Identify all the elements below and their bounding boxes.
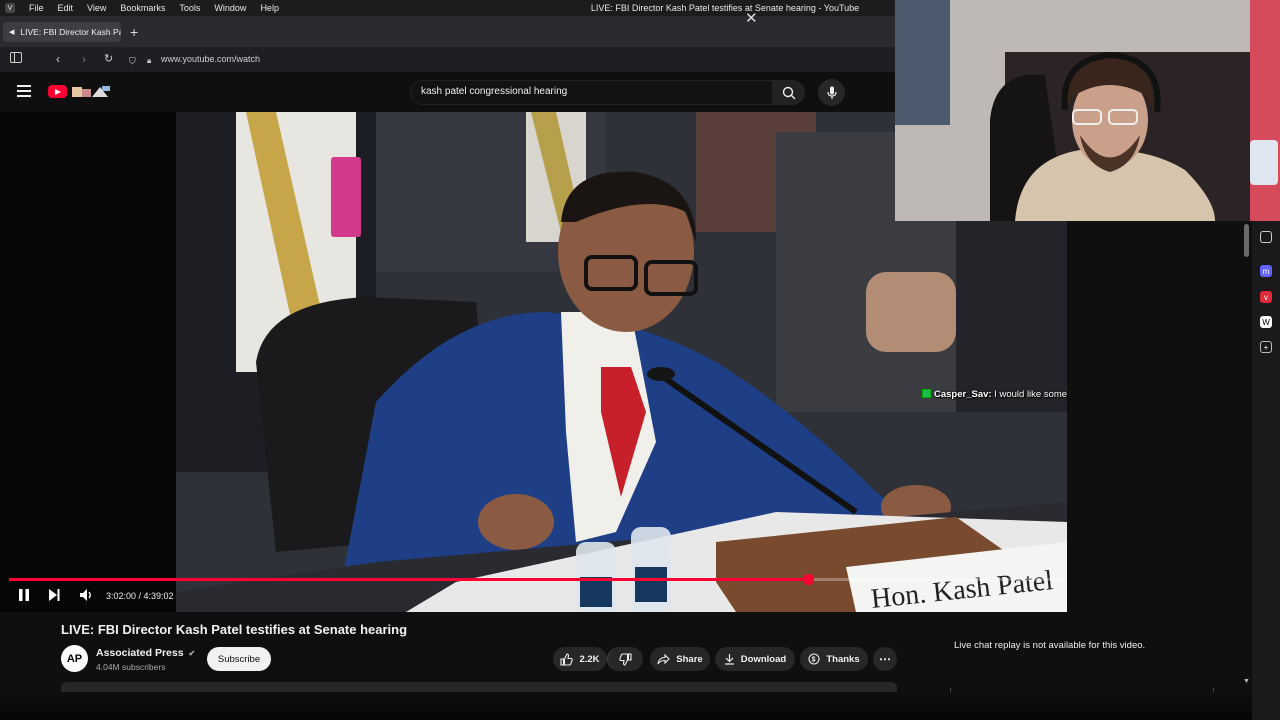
channel-name[interactable]: Associated Press ✔ [96,647,195,659]
pause-button[interactable] [17,588,31,605]
progress-scrubber[interactable] [802,574,814,585]
next-button[interactable] [47,588,61,605]
search-input[interactable] [421,86,741,97]
channel-name-text: Associated Press [96,647,184,659]
download-icon [724,654,734,665]
overlay-chat-username: Casper_Sav: [934,389,992,400]
menu-bookmarks[interactable]: Bookmarks [120,3,165,13]
dislike-button[interactable] [607,647,643,671]
channel-avatar[interactable]: AP [61,645,88,672]
next-icon [49,589,60,601]
thumbs-down-icon [619,652,632,666]
chat-unavailable-message: Live chat replay is not available for th… [954,640,1146,651]
menu-help[interactable]: Help [260,3,279,13]
page-bottom [0,692,1252,720]
subscribe-button[interactable]: Subscribe [207,647,271,671]
audio-playing-icon[interactable]: ◀ [9,28,14,36]
mastodon-icon[interactable]: m [1260,265,1272,277]
video-letterbox [0,112,176,612]
progress-bar[interactable] [9,574,1067,585]
search-button[interactable] [773,80,805,105]
progress-played [9,578,808,581]
window-title: LIVE: FBI Director Kash Patel testifies … [590,3,860,13]
time-display: 3:02:00 / 4:39:02 [106,591,174,601]
thanks-label: Thanks [826,653,860,665]
panel-toggle-icon[interactable] [1260,231,1272,243]
vivaldi-icon[interactable]: v [1260,291,1272,303]
share-icon [657,653,671,664]
more-horizontal-icon: ⋯ [879,652,891,666]
reload-button[interactable]: ↻ [104,52,113,66]
app-menu-icon[interactable]: V [5,3,15,13]
new-tab-button[interactable]: + [130,24,138,40]
search-icon [782,86,796,99]
voice-search-button[interactable] [818,79,845,106]
menu-window[interactable]: Window [214,3,246,13]
microphone-icon [826,86,837,99]
overlay-chat-text: I would like some rope. so I can use it … [994,389,1067,400]
more-actions-button[interactable]: ⋯ [873,647,897,671]
menu-view[interactable]: View [87,3,106,13]
share-label: Share [676,653,703,665]
like-count: 2.2K [579,653,600,665]
volume-icon [80,589,91,601]
streamer-webcam-image [895,0,1280,221]
scroll-down-icon[interactable]: ▼ [1243,678,1250,685]
browser-side-panel: m v W + [1252,221,1280,720]
address-bar-row: ‹ › ↻ ⛉ 🔒︎ www.youtube.com/watch [0,47,895,72]
chat-badge-icon [922,389,931,398]
thanks-icon: $ [808,653,820,665]
live-chat-panel [1067,221,1252,691]
share-button[interactable]: Share [650,647,710,671]
youtube-doodle-icon[interactable] [70,84,114,103]
forward-button[interactable]: › [82,52,86,66]
menu-tools[interactable]: Tools [179,3,200,13]
chat-scrollbar[interactable] [1244,224,1249,257]
search-box [410,80,773,105]
back-button[interactable]: ‹ [56,52,60,66]
sidebar-toggle-icon[interactable] [10,52,22,66]
clear-search-icon[interactable]: ✕ [745,11,758,27]
thumbs-up-icon [560,652,574,666]
shield-icon[interactable]: ⛉ [129,54,136,68]
like-button[interactable]: 2.2K [553,647,607,671]
menu-file[interactable]: File [29,3,44,13]
hamburger-menu-icon[interactable] [17,85,31,97]
pause-icon [19,589,29,601]
thanks-button[interactable]: $ Thanks [800,647,868,671]
webcam-overlay [895,0,1280,221]
tab-strip: ◀ LIVE: FBI Director Kash Pate + [0,16,895,47]
add-panel-icon[interactable]: + [1260,341,1272,353]
wikipedia-icon[interactable]: W [1260,316,1272,328]
lock-icon[interactable]: 🔒︎ [147,54,151,68]
youtube-header [0,72,895,112]
description-box[interactable] [61,682,897,692]
subscriber-count: 4.04M subscribers [96,662,166,672]
url-text[interactable]: www.youtube.com/watch [161,54,260,64]
svg-text:$: $ [812,657,816,664]
tab-title: LIVE: FBI Director Kash Pate [20,27,121,37]
volume-button[interactable] [79,588,94,605]
download-label: Download [740,653,787,665]
overlay-chat-message: Casper_Sav: I would like some rope. so I… [922,389,1067,400]
browser-tab[interactable]: ◀ LIVE: FBI Director Kash Pate [3,22,121,42]
menu-edit[interactable]: Edit [58,3,74,13]
download-button[interactable]: Download [715,647,795,671]
video-title: LIVE: FBI Director Kash Patel testifies … [61,622,408,637]
youtube-logo-icon[interactable] [48,85,67,98]
verified-icon: ✔ [188,649,196,658]
